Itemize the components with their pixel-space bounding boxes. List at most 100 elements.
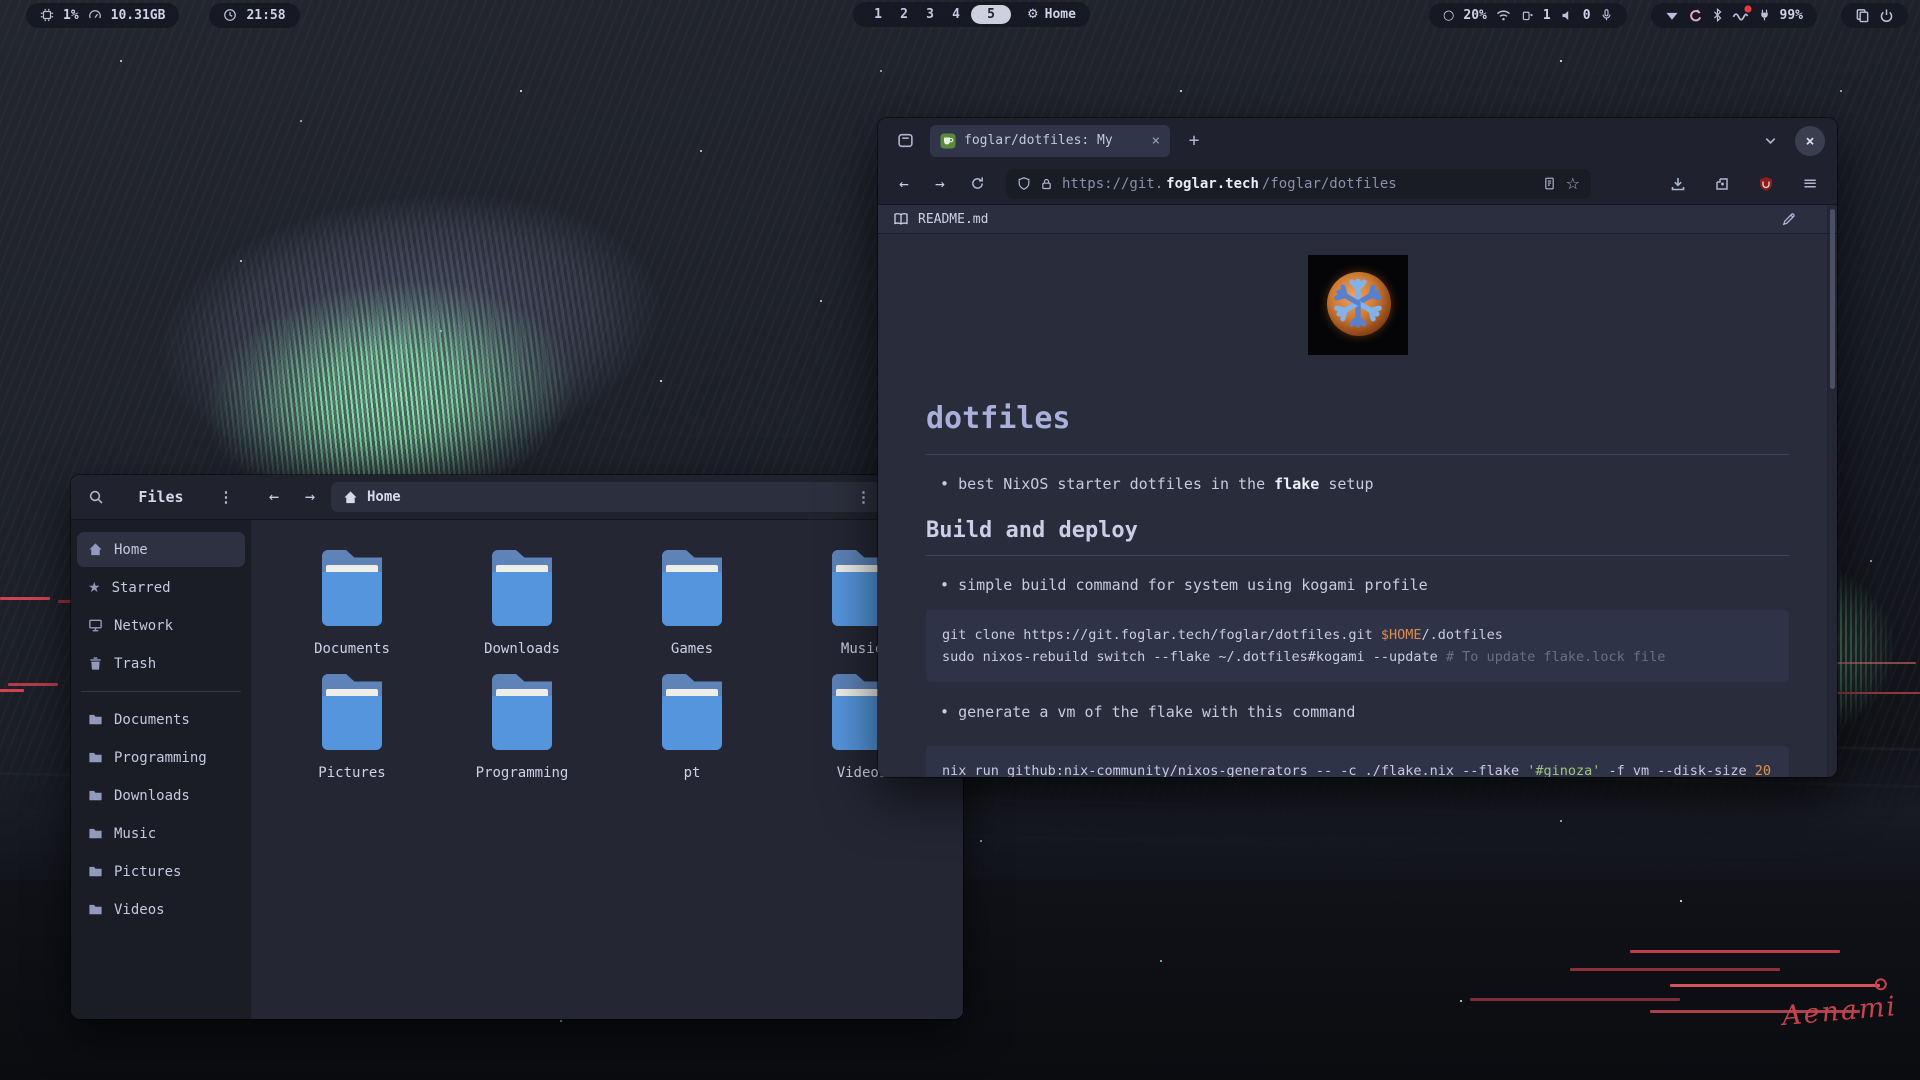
power-plug-icon [1758, 8, 1771, 22]
tray-app-icon[interactable] [1688, 8, 1703, 23]
gear-icon: ⚙ [1027, 7, 1039, 22]
status-bar-left: 1% 10.31GB 21:58 [26, 3, 300, 28]
back-button[interactable]: ← [259, 487, 289, 507]
folder-icon [88, 788, 103, 803]
files-sidebar-header: Files ⋮ [71, 475, 251, 519]
notification-wave-icon[interactable] [1732, 9, 1749, 21]
code-block-vm[interactable]: nix run github:nix-community/nixos-gener… [926, 746, 1789, 777]
folder-icon [490, 550, 554, 626]
folder-label: Programming [476, 765, 569, 781]
star-icon: ★ [88, 580, 101, 596]
sidebar-item-home[interactable]: Home [77, 532, 245, 567]
sidebar-item-starred[interactable]: ★ Starred [77, 570, 245, 605]
desktop: Aenami 1% 10.31GB 21:58 [0, 0, 1920, 1080]
ublock-icon[interactable] [1751, 169, 1781, 199]
files-headerbar: Files ⋮ ← → Home ⋮ ⋮ [71, 475, 963, 520]
sidebar-item-network[interactable]: Network [77, 608, 245, 643]
edit-pencil-icon[interactable] [1781, 212, 1796, 227]
sidebar-item-label: Videos [114, 902, 165, 918]
readme-page: dotfiles best NixOS starter dotfiles in … [878, 234, 1837, 777]
sidebar-item-downloads[interactable]: Downloads [77, 778, 245, 813]
folder-icon [490, 674, 554, 750]
reader-mode-icon[interactable] [1543, 176, 1556, 191]
sidebar-item-label: Downloads [114, 788, 190, 804]
vm-list: generate a vm of the flake with this com… [926, 701, 1789, 723]
kebab-menu-icon[interactable]: ⋮ [211, 482, 241, 512]
sidebar-item-videos[interactable]: Videos [77, 892, 245, 927]
workspace-button[interactable]: 3 [919, 7, 941, 22]
clipboard-icon[interactable] [1855, 8, 1870, 23]
volume-level: 0 [1583, 8, 1591, 23]
keyboard-layout-icon [1520, 9, 1534, 22]
workspace-button[interactable]: 1 [867, 7, 889, 22]
folder-item-pt[interactable]: pt [607, 674, 777, 781]
system-stats-pill: 1% 10.31GB [26, 3, 179, 28]
folder-item-pictures[interactable]: Pictures [267, 674, 437, 781]
forward-button[interactable]: → [295, 487, 325, 507]
folder-label: Pictures [318, 765, 385, 781]
list-tabs-chevron-icon[interactable] [1755, 126, 1785, 156]
scrollbar-thumb[interactable] [1830, 209, 1835, 389]
workspace-button-active[interactable]: 5 [971, 5, 1011, 24]
sidebar-item-programming[interactable]: Programming [77, 740, 245, 775]
files-toolbar: ← → Home ⋮ ⋮ [251, 475, 963, 519]
navbar-icons: ≡ [1663, 169, 1825, 199]
browser-tab[interactable]: foglar/dotfiles: My × [930, 125, 1170, 157]
extension-icon[interactable] [1707, 169, 1737, 199]
sidebar-item-music[interactable]: Music [77, 816, 245, 851]
workspace-button[interactable]: 2 [893, 7, 915, 22]
folder-item-downloads[interactable]: Downloads [437, 550, 607, 657]
folder-label: pt [684, 765, 701, 781]
files-body: Home ★ Starred Network Trash [71, 520, 963, 1019]
tracking-shield-icon[interactable] [1017, 176, 1031, 191]
scrollbar[interactable] [1827, 205, 1837, 777]
power-icon[interactable] [1879, 8, 1894, 23]
reload-icon[interactable] [962, 169, 992, 199]
folder-item-documents[interactable]: Documents [267, 550, 437, 657]
downloads-icon[interactable] [1663, 169, 1693, 199]
new-tab-button[interactable]: + [1180, 130, 1208, 151]
cpu-usage: 1% [63, 8, 79, 23]
folder-item-games[interactable]: Games [607, 550, 777, 657]
path-bar[interactable]: Home ⋮ [331, 482, 883, 512]
folder-icon [88, 826, 103, 841]
code-line: git clone https://git.foglar.tech/foglar… [942, 624, 1773, 646]
sidebar-item-trash[interactable]: Trash [77, 646, 245, 681]
sidebar-item-documents[interactable]: Documents [77, 702, 245, 737]
volume-icon [1560, 9, 1574, 22]
search-icon[interactable] [81, 482, 111, 512]
back-button[interactable]: ← [890, 174, 918, 193]
folder-item-programming[interactable]: Programming [437, 674, 607, 781]
browser-tabbar: foglar/dotfiles: My × + × [878, 118, 1837, 163]
section-heading: Build and deploy [926, 518, 1789, 543]
tab-close-icon[interactable]: × [1152, 133, 1160, 149]
code-block-clone[interactable]: git clone https://git.foglar.tech/foglar… [926, 610, 1789, 682]
wallpaper-glitch [1630, 950, 1840, 953]
tab-title: foglar/dotfiles: My [964, 133, 1144, 148]
site-favicon [940, 133, 956, 149]
divider [926, 555, 1789, 556]
cpu-icon [40, 8, 54, 22]
network-tray-icon[interactable] [1665, 9, 1679, 21]
path-menu-icon[interactable]: ⋮ [856, 488, 871, 506]
browser-content: README.md dotfiles [878, 205, 1837, 777]
url-bar[interactable]: https://git.foglar.tech/foglar/dotfiles … [1006, 169, 1591, 199]
readme-file-bar: README.md [878, 205, 1837, 234]
forward-button[interactable]: → [926, 174, 954, 193]
nixos-snowflake-icon [1330, 275, 1386, 331]
folder-icon [320, 550, 384, 626]
memory-gauge-icon [88, 8, 102, 22]
hamburger-menu-icon[interactable]: ≡ [1795, 169, 1825, 199]
workspace-button[interactable]: 4 [945, 7, 967, 22]
window-close-button[interactable]: × [1795, 126, 1825, 156]
bluetooth-icon[interactable] [1712, 8, 1723, 22]
browser-window: foglar/dotfiles: My × + × ← → [878, 118, 1837, 777]
firefox-view-icon[interactable] [890, 126, 920, 156]
sidebar-item-pictures[interactable]: Pictures [77, 854, 245, 889]
sidebar-item-label: Programming [114, 750, 207, 766]
repo-logo [1308, 255, 1408, 355]
sidebar-item-label: Home [114, 542, 148, 558]
lock-icon[interactable] [1040, 177, 1053, 191]
bookmark-star-icon[interactable]: ☆ [1566, 174, 1580, 193]
list-item: best NixOS starter dotfiles in the flake… [940, 473, 1789, 495]
